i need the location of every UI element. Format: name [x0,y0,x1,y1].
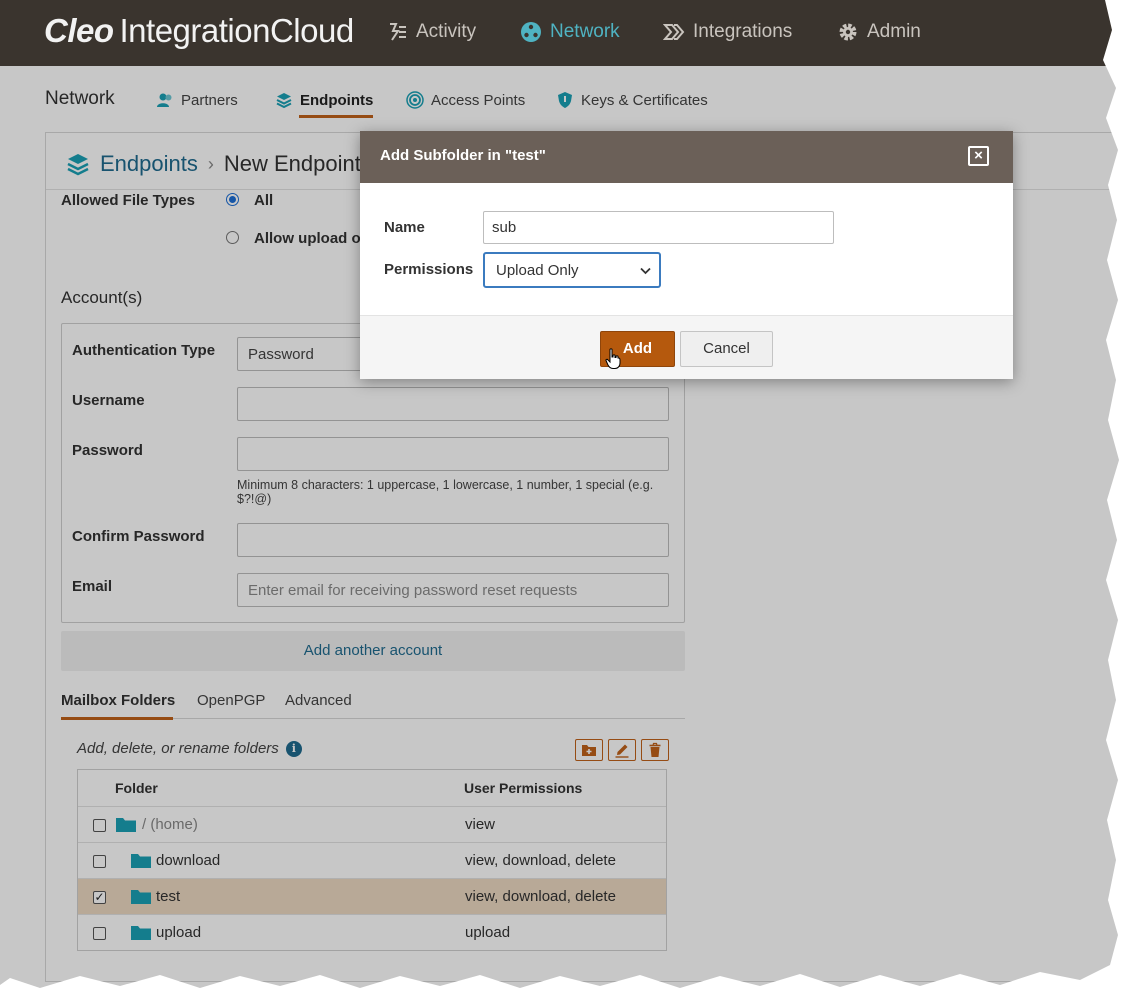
network-icon [521,22,541,42]
topnav-network[interactable]: Network [520,18,620,46]
topnav-activity-label: Activity [416,21,477,42]
permissions-select-value: Upload Only [496,262,579,279]
top-bar: Cleo IntegrationCloud Activity Network In… [0,0,1119,66]
topnav-integrations-label: Integrations [693,21,793,42]
topnav-admin-label: Admin [867,21,921,42]
name-label: Name [384,219,425,236]
app-logo[interactable]: Cleo IntegrationCloud [44,12,354,50]
topnav-admin[interactable]: Admin [837,18,921,46]
logo-product: IntegrationCloud [119,12,355,49]
integrations-icon [663,24,685,40]
topnav-integrations[interactable]: Integrations [663,18,792,46]
chevron-down-icon [640,267,651,275]
logo-brand: Cleo [44,12,114,49]
hand-cursor-icon [605,348,621,369]
topnav-activity[interactable]: Activity [386,18,476,46]
cancel-button[interactable]: Cancel [680,331,773,367]
gear-icon [839,23,857,41]
add-subfolder-dialog: Add Subfolder in "test" × Name sub Permi… [360,131,1013,379]
dialog-header: Add Subfolder in "test" × [360,131,1013,183]
topnav-network-label: Network [550,21,620,42]
dialog-footer: Add Cancel [360,315,1013,379]
screenshot-frame: Cleo IntegrationCloud Activity Network In… [0,0,1119,988]
activity-icon [390,23,406,41]
permissions-label: Permissions [384,261,474,278]
subfolder-name-input[interactable]: sub [483,211,834,244]
permissions-select[interactable]: Upload Only [483,252,661,288]
dialog-title: Add Subfolder in "test" [380,147,546,164]
close-icon[interactable]: × [968,146,989,166]
